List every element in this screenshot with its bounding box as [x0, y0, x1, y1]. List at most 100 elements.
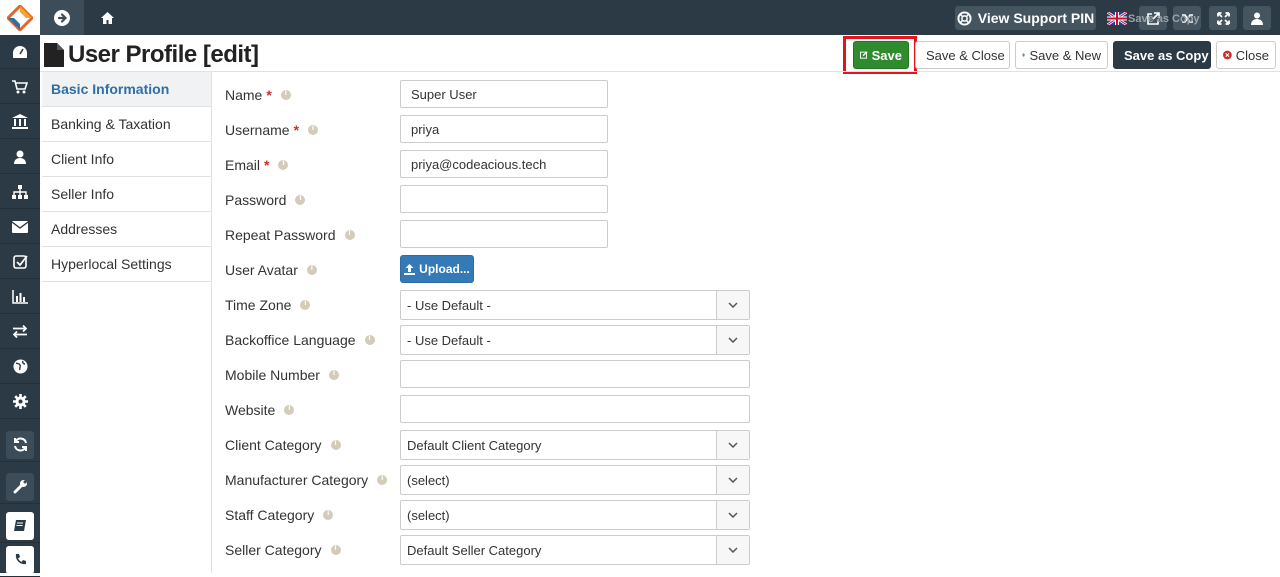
- seller-category-label: Seller Category: [225, 536, 341, 564]
- left-icon-rail: [0, 35, 40, 577]
- user-avatar-label-text: User Avatar: [225, 262, 298, 278]
- rail-structure[interactable]: [0, 175, 40, 209]
- rail-users[interactable]: [0, 140, 40, 174]
- info-icon: [330, 438, 341, 450]
- rail-bank[interactable]: [0, 105, 40, 139]
- book-icon: [14, 520, 26, 531]
- info-icon: [284, 403, 295, 415]
- info-icon: [308, 123, 319, 135]
- save-as-copy-button[interactable]: Save as Copy: [1113, 41, 1211, 69]
- rail-settings[interactable]: [0, 385, 40, 419]
- user-menu-button[interactable]: [1243, 6, 1271, 30]
- password-label-text: Password: [225, 192, 287, 208]
- staff-category-select[interactable]: (select): [400, 500, 750, 530]
- tab-hyperlocal-settings[interactable]: Hyperlocal Settings: [42, 247, 212, 282]
- fullscreen-button[interactable]: [1209, 6, 1237, 30]
- view-support-pin-button[interactable]: View Support PIN: [955, 6, 1096, 30]
- time-zone-value: - Use Default -: [407, 297, 491, 313]
- save-label: Save: [871, 47, 902, 63]
- mobile-number-label: Mobile Number: [225, 361, 339, 389]
- seller-category-select[interactable]: Default Seller Category: [400, 535, 750, 565]
- mobile-number-input[interactable]: [400, 360, 750, 388]
- username-input[interactable]: priya: [400, 115, 608, 143]
- check-square-icon: [12, 255, 28, 269]
- support-pin-label: View Support PIN: [977, 10, 1095, 26]
- rail-reports[interactable]: [0, 280, 40, 314]
- username-label: Username *: [225, 116, 319, 144]
- rail-sync[interactable]: [0, 428, 40, 462]
- plus-icon: [1022, 53, 1026, 57]
- exchange-icon: [12, 325, 28, 338]
- info-icon: [344, 228, 355, 240]
- envelope-icon: [12, 220, 28, 233]
- header-divider: [40, 71, 1280, 72]
- manufacturer-category-label: Manufacturer Category: [225, 466, 388, 494]
- user-icon: [14, 150, 26, 164]
- tab-seller-info[interactable]: Seller Info: [42, 177, 212, 212]
- email-input[interactable]: priya@codeacious.tech: [400, 150, 608, 178]
- save-close-button[interactable]: Save & Close: [915, 41, 1010, 69]
- top-bar: View Support PIN Save as Copy: [0, 0, 1280, 35]
- backoffice-language-select[interactable]: - Use Default -: [400, 325, 750, 355]
- time-zone-select[interactable]: - Use Default -: [400, 290, 750, 320]
- name-input[interactable]: Super User: [400, 80, 608, 108]
- language-flag-button[interactable]: [1103, 6, 1131, 30]
- rail-tasks[interactable]: [0, 245, 40, 279]
- info-icon: [330, 543, 341, 555]
- file-icon: [44, 43, 64, 67]
- home-button[interactable]: [85, 0, 129, 35]
- rail-dashboard[interactable]: [0, 35, 40, 69]
- tab-client-info[interactable]: Client Info: [42, 142, 212, 177]
- rail-globe[interactable]: [0, 350, 40, 384]
- rail-phone[interactable]: [0, 543, 40, 577]
- time-zone-label-text: Time Zone: [225, 297, 292, 313]
- edit-icon: [860, 51, 868, 59]
- upload-avatar-button[interactable]: Upload...: [400, 255, 474, 283]
- repeat-password-input[interactable]: [400, 220, 608, 248]
- info-icon: [364, 333, 375, 345]
- client-category-select[interactable]: Default Client Category: [400, 430, 750, 460]
- website-label: Website: [225, 396, 295, 424]
- close-circle-icon: [1223, 50, 1232, 60]
- home-icon: [100, 11, 114, 24]
- client-category-label-text: Client Category: [225, 437, 322, 453]
- email-label: Email *: [225, 151, 289, 179]
- save-button[interactable]: Save: [853, 41, 909, 69]
- email-label-text: Email: [225, 157, 261, 173]
- chevron-down-icon: [716, 291, 749, 319]
- rail-transfers[interactable]: [0, 315, 40, 349]
- website-input[interactable]: [400, 395, 750, 423]
- name-label: Name *: [225, 81, 291, 109]
- mobile-number-label-text: Mobile Number: [225, 367, 320, 383]
- tab-addresses[interactable]: Addresses: [42, 212, 212, 247]
- gear-icon: [12, 394, 28, 409]
- info-icon: [278, 158, 289, 170]
- close-button[interactable]: Close: [1216, 41, 1276, 69]
- staff-category-value: (select): [407, 507, 450, 523]
- repeat-password-label: Repeat Password: [225, 221, 355, 249]
- rail-orders[interactable]: [0, 70, 40, 104]
- website-label-text: Website: [225, 402, 276, 418]
- rail-mail[interactable]: [0, 210, 40, 244]
- user-icon: [1251, 12, 1263, 25]
- info-icon: [295, 193, 306, 205]
- time-zone-label: Time Zone: [225, 291, 311, 319]
- save-new-button[interactable]: Save & New: [1015, 41, 1108, 69]
- manufacturer-category-select[interactable]: (select): [400, 465, 750, 495]
- upload-icon: [404, 263, 416, 275]
- repeat-password-label-text: Repeat Password: [225, 227, 336, 243]
- tab-banking-taxation[interactable]: Banking & Taxation: [42, 107, 212, 142]
- refresh-icon: [13, 437, 27, 452]
- save-new-label: Save & New: [1029, 47, 1101, 63]
- upload-label: Upload...: [419, 262, 470, 276]
- chevron-down-icon: [716, 501, 749, 529]
- password-input[interactable]: [400, 185, 608, 213]
- sidebar-toggle-button[interactable]: [40, 0, 84, 35]
- user-avatar-label: User Avatar: [225, 256, 317, 284]
- info-icon: [300, 298, 311, 310]
- rail-tools[interactable]: [0, 470, 40, 504]
- tab-basic-information[interactable]: Basic Information: [42, 72, 212, 107]
- app-logo[interactable]: [0, 0, 40, 35]
- rail-docs[interactable]: [0, 509, 40, 543]
- info-icon: [280, 88, 291, 100]
